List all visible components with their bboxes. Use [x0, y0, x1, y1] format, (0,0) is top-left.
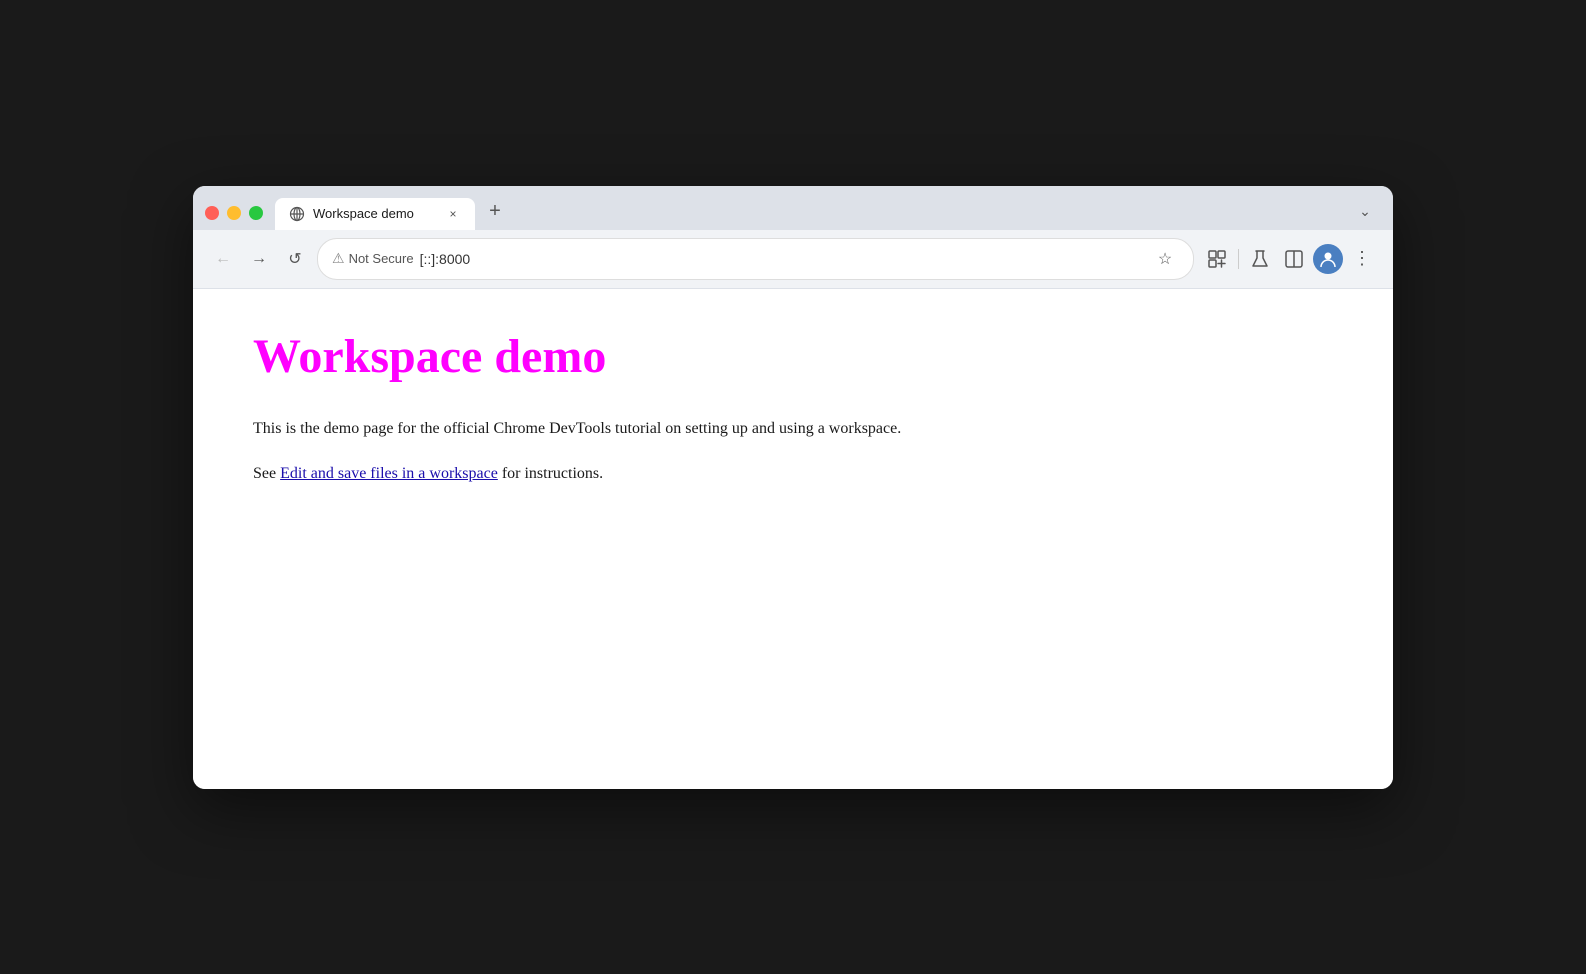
- toolbar-divider: [1238, 249, 1239, 269]
- tab-globe-icon: [289, 206, 305, 222]
- not-secure-indicator: ⚠ Not Secure: [332, 250, 414, 267]
- url-bar-actions: ☆: [1151, 245, 1179, 273]
- workspace-link[interactable]: Edit and save files in a workspace: [280, 465, 498, 482]
- toolbar-right: ⋮: [1202, 244, 1377, 274]
- link-text-before: See: [253, 465, 280, 482]
- bookmark-button[interactable]: ☆: [1151, 245, 1179, 273]
- not-secure-label: Not Secure: [349, 251, 414, 266]
- traffic-light-red[interactable]: [205, 206, 219, 220]
- extensions-icon: [1207, 249, 1227, 269]
- profile-button[interactable]: [1313, 244, 1343, 274]
- page-content: Workspace demo This is the demo page for…: [193, 289, 1393, 789]
- bookmark-icon: ☆: [1158, 249, 1172, 269]
- split-icon: [1284, 249, 1304, 269]
- url-text: [::]:8000: [420, 251, 471, 267]
- split-button[interactable]: [1279, 244, 1309, 274]
- reload-button[interactable]: ↺: [281, 245, 309, 273]
- forward-icon: →: [251, 250, 267, 268]
- labs-icon: [1250, 249, 1270, 269]
- tab-dropdown-button[interactable]: ⌄: [1349, 196, 1381, 228]
- active-tab[interactable]: Workspace demo ×: [275, 198, 475, 230]
- address-bar: ← → ↺ ⚠ Not Secure [::]:8000 ☆: [193, 230, 1393, 289]
- link-text-after: for instructions.: [498, 465, 603, 482]
- new-tab-button[interactable]: +: [479, 196, 511, 228]
- warning-icon: ⚠: [332, 250, 345, 267]
- forward-button[interactable]: →: [245, 245, 273, 273]
- page-link-line: See Edit and save files in a workspace f…: [253, 461, 1333, 487]
- tab-title: Workspace demo: [313, 206, 437, 221]
- menu-icon: ⋮: [1353, 248, 1371, 269]
- url-bar[interactable]: ⚠ Not Secure [::]:8000 ☆: [317, 238, 1194, 280]
- browser-window: Workspace demo × + ⌄ ← → ↺ ⚠ Not Secure …: [193, 186, 1393, 789]
- back-button[interactable]: ←: [209, 245, 237, 273]
- reload-icon: ↺: [288, 249, 301, 269]
- traffic-light-yellow[interactable]: [227, 206, 241, 220]
- page-heading: Workspace demo: [253, 329, 1333, 384]
- profile-icon: [1319, 250, 1337, 268]
- page-paragraph: This is the demo page for the official C…: [253, 416, 1333, 442]
- labs-button[interactable]: [1245, 244, 1275, 274]
- menu-button[interactable]: ⋮: [1347, 244, 1377, 274]
- tab-close-button[interactable]: ×: [445, 206, 461, 222]
- back-icon: ←: [215, 250, 231, 268]
- extensions-button[interactable]: [1202, 244, 1232, 274]
- tab-bar: Workspace demo × + ⌄: [193, 186, 1393, 230]
- traffic-light-green[interactable]: [249, 206, 263, 220]
- traffic-lights: [205, 206, 263, 230]
